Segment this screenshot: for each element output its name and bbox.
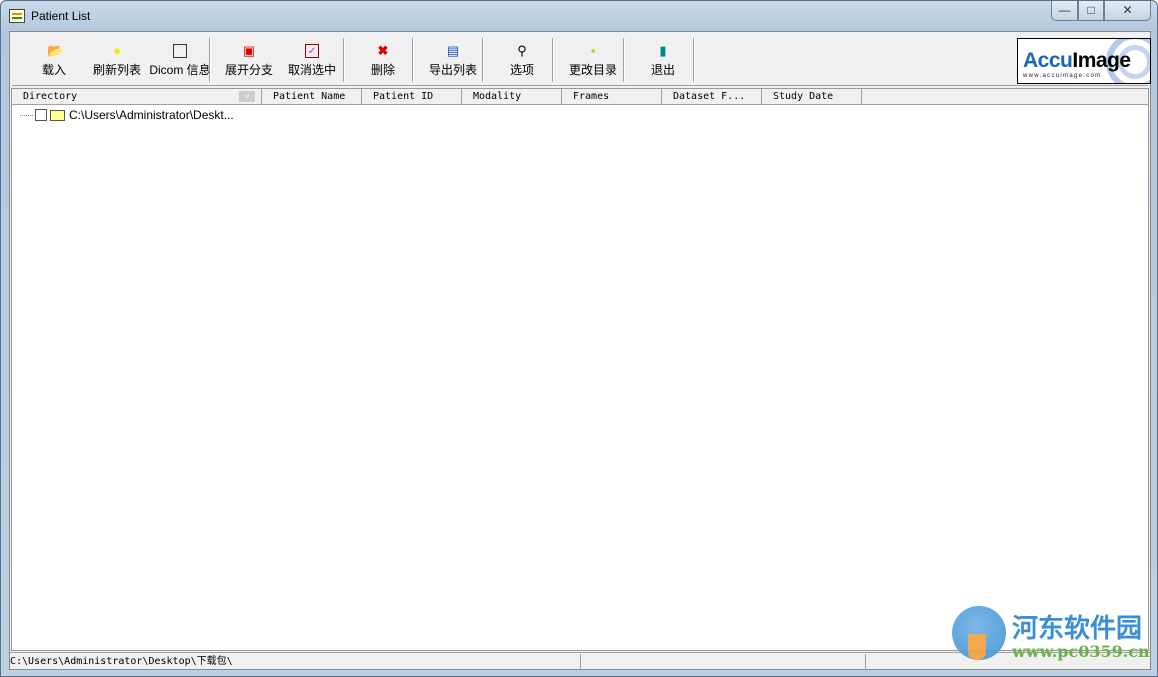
column-header-modality[interactable]: Modality [462,89,562,105]
deselect-button[interactable]: ✓ 取消选中 [281,38,343,82]
info-sheet-icon [173,44,187,58]
checkbox-icon: ✓ [305,44,319,58]
button-label: Dicom 信息 [149,63,211,77]
exit-button[interactable]: ▮ 退出 [632,38,694,82]
patient-tree-list[interactable]: Directory ▽ Patient Name Patient ID Modal… [11,88,1149,651]
status-panel-3 [866,654,1150,670]
expand-tree-icon: ▣ [242,43,256,58]
folder-icon [50,109,65,121]
toolbar-separator [343,38,345,82]
column-header-dataset-file[interactable]: Dataset F... [662,89,762,105]
change-directory-button[interactable]: ▪ 更改目录 [562,38,624,82]
export-icon: ▤ [446,43,460,58]
button-label: 展开分支 [224,63,273,77]
column-header-directory[interactable]: Directory ▽ [12,89,262,105]
options-button[interactable]: ⚲ 选项 [491,38,553,82]
export-list-button[interactable]: ▤ 导出列表 [422,38,484,82]
client-area: 📂 载入 ● 刷新列表 Dicom 信息 ▣ 展开分支 ✓ 取消选中 ✖ 删除 ▤ 导出列表… [9,31,1151,670]
button-label: 更改目录 [568,63,617,77]
expand-branch-button[interactable]: ▣ 展开分支 [218,38,280,82]
status-path: C:\Users\Administrator\Desktop\下载包\ [10,654,581,670]
refresh-list-button[interactable]: ● 刷新列表 [86,38,148,82]
directory-path: C:\Users\Administrator\Deskt... [69,108,234,122]
title-bar: Patient List [9,7,90,25]
window-title: Patient List [31,9,91,23]
lightbulb-icon: ● [113,43,121,58]
tree-line [20,114,33,116]
button-label: 刷新列表 [92,63,141,77]
acculmage-logo: AccuImage www.accuimage.com [1017,38,1151,84]
toolbar-separator [552,38,554,82]
delete-icon: ✖ [377,43,389,58]
maximize-button[interactable]: □ [1078,1,1104,21]
app-icon [9,9,25,23]
sort-dropdown-icon[interactable]: ▽ [239,91,255,102]
toolbar: 📂 载入 ● 刷新列表 Dicom 信息 ▣ 展开分支 ✓ 取消选中 ✖ 删除 ▤ 导出列表… [12,34,1151,86]
button-label: 选项 [509,63,534,77]
button-label: 取消选中 [287,63,336,77]
minimize-button[interactable]: — [1051,1,1078,21]
toolbar-separator [209,38,211,82]
open-folder-icon: 📂 [47,43,64,58]
button-label: 退出 [650,63,675,77]
dicom-info-button[interactable]: Dicom 信息 [147,38,213,82]
toolbar-separator [623,38,625,82]
toolbar-separator [412,38,414,82]
delete-button[interactable]: ✖ 删除 [352,38,414,82]
status-bar: C:\Users\Administrator\Desktop\下载包\ [10,652,1150,670]
column-header-row: Directory ▽ Patient Name Patient ID Modal… [12,89,1148,105]
toolbar-separator [482,38,484,82]
column-header-study-date[interactable]: Study Date [762,89,862,105]
button-label: 导出列表 [428,63,477,77]
toolbar-separator [693,38,695,82]
tree-row[interactable]: C:\Users\Administrator\Deskt... [20,107,234,123]
tree-icon: ▪ [590,43,596,58]
column-header-frames[interactable]: Frames [562,89,662,105]
exit-door-icon: ▮ [659,43,667,58]
close-button[interactable]: ✕ [1104,1,1151,21]
load-button[interactable]: 📂 载入 [23,38,85,82]
options-icon: ⚲ [517,43,527,58]
button-label: 载入 [41,63,66,77]
row-checkbox[interactable] [35,109,47,121]
app-window: Patient List — □ ✕ 📂 载入 ● 刷新列表 Dicom 信息 ▣ 展… [0,0,1158,677]
column-header-patient-name[interactable]: Patient Name [262,89,362,105]
column-header-patient-id[interactable]: Patient ID [362,89,462,105]
button-label: 删除 [370,63,395,77]
status-panel-2 [581,654,866,670]
